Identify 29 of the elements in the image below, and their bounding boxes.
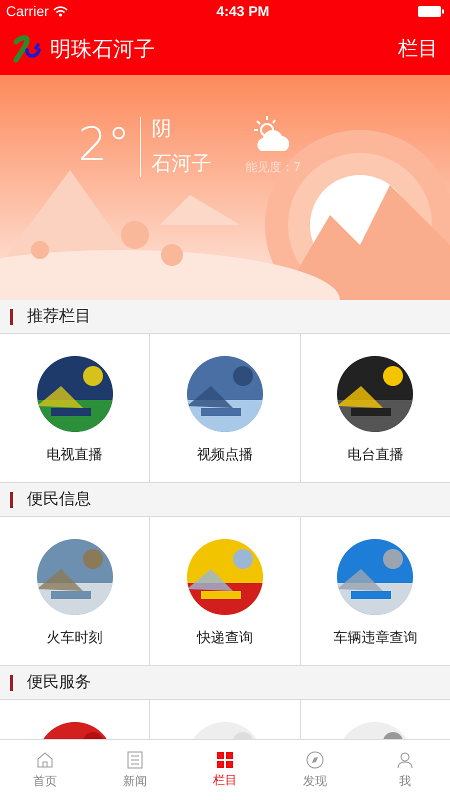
menu-tile[interactable]: 火车时刻 bbox=[0, 517, 150, 665]
section-title: 推荐栏目 bbox=[27, 306, 91, 327]
wifi-icon bbox=[52, 6, 68, 16]
city-name: 石河子 bbox=[151, 150, 212, 177]
tab[interactable]: 发现 bbox=[270, 740, 360, 800]
app-title: 明珠石河子 bbox=[50, 36, 155, 62]
grid-icon bbox=[217, 752, 233, 768]
weather-condition: 阴 bbox=[151, 115, 172, 142]
menu-tile[interactable]: 电台直播 bbox=[300, 334, 450, 482]
columns-button[interactable]: 栏目 bbox=[398, 35, 438, 62]
menu-tile[interactable]: 视频点播 bbox=[150, 334, 300, 482]
visibility-label: 能见度：7 bbox=[245, 159, 301, 176]
tab[interactable]: 首页 bbox=[0, 740, 90, 800]
menu-tile[interactable]: 快递查询 bbox=[150, 517, 300, 665]
temperature: 2° bbox=[78, 116, 130, 173]
section-title: 便民信息 bbox=[27, 489, 91, 510]
tab[interactable]: 新闻 bbox=[90, 740, 180, 800]
compass-icon bbox=[306, 750, 324, 768]
home-icon bbox=[36, 750, 54, 768]
section-title: 便民服务 bbox=[27, 672, 91, 693]
menu-tile[interactable]: 车辆违章查询 bbox=[300, 517, 450, 665]
menu-tile[interactable]: 电视直播 bbox=[0, 334, 150, 482]
tab[interactable]: 我 bbox=[360, 740, 450, 800]
document-icon bbox=[127, 750, 143, 768]
clock-time: 4:43 PM bbox=[216, 3, 270, 19]
battery-icon bbox=[418, 6, 444, 16]
user-icon bbox=[396, 750, 414, 768]
carrier-label: Carrier bbox=[6, 3, 49, 19]
tab[interactable]: 栏目 bbox=[180, 740, 270, 800]
